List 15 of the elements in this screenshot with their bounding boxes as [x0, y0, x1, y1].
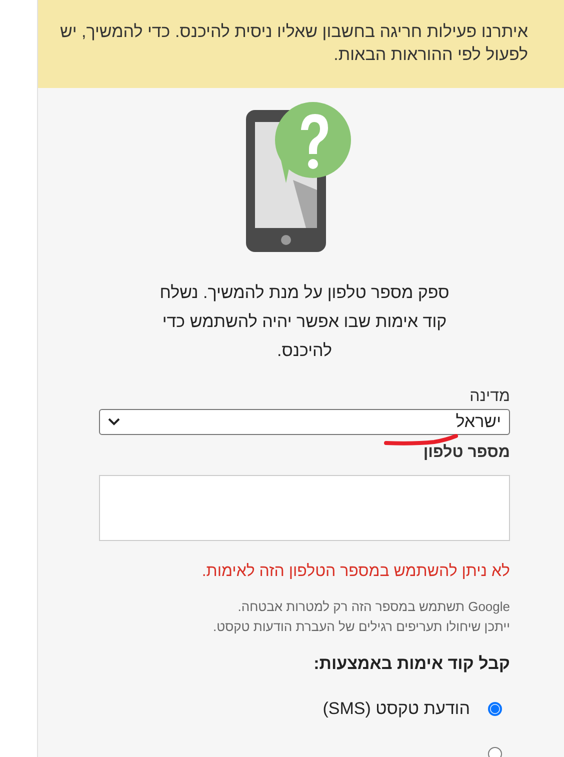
radio-button[interactable]	[488, 747, 502, 757]
instructions-text: ספק מספר טלפון על מנת להמשיך. נשלח קוד אימות שבו אפשר יהיה להשתמש כדי להיכנס.	[158, 282, 450, 362]
option-label: הודעת טקסט (SMS)	[322, 699, 470, 719]
note-text: ייתכן שיחולו תעריפים רגילים של העברת הודעות טקסט.	[212, 618, 510, 636]
phone-question-icon	[246, 100, 352, 252]
field-label: מספר טלפון	[423, 444, 510, 462]
field-label: מדינה	[470, 388, 510, 406]
phone-input[interactable]	[99, 475, 510, 541]
warning-text: איתרנו פעילות חריגה בחשבון שאליו ניסית להיכנס. כדי להמשיך, יש לפעול לפי ההוראות הבאות.	[58, 21, 528, 66]
country-select[interactable]: ישראל	[99, 409, 510, 435]
caret-icon	[108, 418, 120, 426]
radio-button[interactable]	[488, 702, 502, 716]
section-heading: קבל קוד אימות באמצעות:	[312, 654, 510, 674]
error-message: לא ניתן להשתמש במספר הטלפון הזה לאימות.	[200, 563, 510, 581]
note-text: Google תשתמש במספר הזה רק למטרות אבטחה.	[236, 598, 510, 616]
